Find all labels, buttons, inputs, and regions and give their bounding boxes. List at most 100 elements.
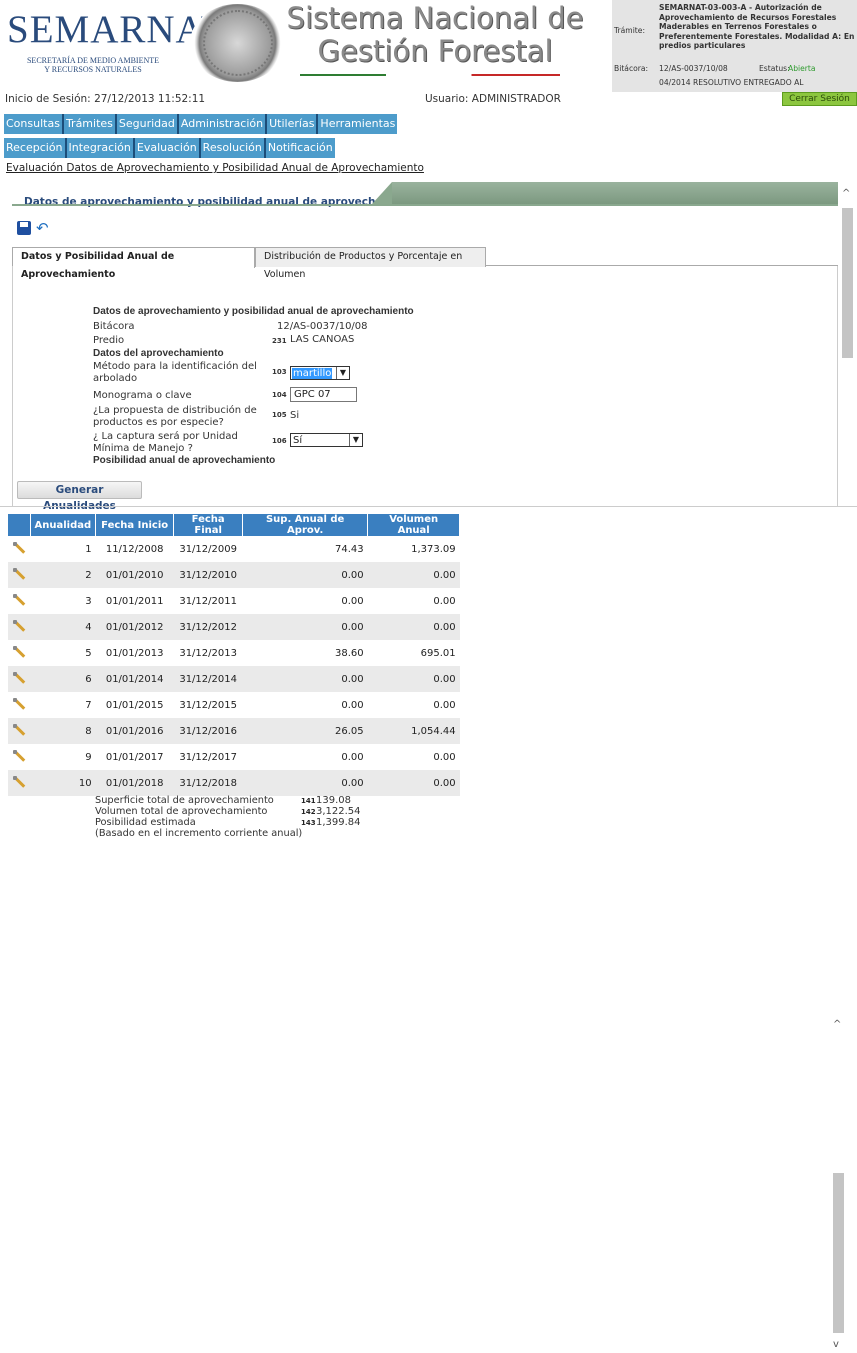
logo-sub-line1: SECRETARÍA DE MEDIO AMBIENTE	[26, 56, 160, 65]
pencil-edit-icon[interactable]	[13, 775, 25, 788]
edit-cell[interactable]	[8, 666, 30, 692]
logo-sub-line2: Y RECURSOS NATURALES	[44, 65, 142, 74]
menu-administracion[interactable]: Administración	[176, 114, 265, 134]
metodo-selected: martillo	[292, 368, 333, 379]
edit-cell[interactable]	[8, 718, 30, 744]
menu-resolucion[interactable]: Resolución	[198, 138, 264, 158]
pencil-edit-icon[interactable]	[13, 697, 25, 710]
logo-subtitle: SECRETARÍA DE MEDIO AMBIENTE Y RECURSOS …	[7, 56, 179, 74]
cell-fecha-final: 31/12/2012	[173, 614, 243, 640]
edit-cell[interactable]	[8, 744, 30, 770]
menu-seguridad[interactable]: Seguridad	[114, 114, 177, 134]
cell-fecha-final: 31/12/2015	[179, 699, 237, 711]
menu-utilerias[interactable]: Utilerías	[265, 114, 316, 134]
session-user: Usuario: ADMINISTRADOR	[425, 93, 561, 105]
cell-anualidad: 3	[85, 595, 92, 607]
col-anualidad[interactable]: Anualidad	[30, 514, 97, 536]
table-row[interactable]: 10 01/01/2018 31/12/2018 0.00 0.00	[8, 770, 460, 796]
menu-consultas[interactable]: Consultas	[4, 114, 62, 134]
edit-cell[interactable]	[8, 640, 30, 666]
cell-fecha-final: 31/12/2013	[179, 647, 237, 659]
app-header: SEMARNAT SECRETARÍA DE MEDIO AMBIENTE Y …	[0, 0, 857, 92]
generate-annualities-button[interactable]: Generar Anualidades	[17, 481, 142, 512]
user-label: Usuario:	[425, 93, 469, 105]
cell-volumen-anual: 1,373.09	[411, 543, 456, 555]
edit-cell[interactable]	[8, 588, 30, 614]
table-row[interactable]: 1 11/12/2008 31/12/2009 74.43 1,373.09	[8, 536, 460, 562]
table-row[interactable]: 6 01/01/2014 31/12/2014 0.00 0.00	[8, 666, 460, 692]
cell-fecha-final: 31/12/2011	[179, 595, 237, 607]
monograma-num: 104	[272, 391, 287, 399]
save-icon[interactable]	[17, 221, 31, 235]
col-volumen-anual[interactable]: Volumen Anual	[367, 514, 461, 536]
menu-tramites[interactable]: Trámites	[61, 114, 115, 134]
menu-integracion[interactable]: Integración	[64, 138, 133, 158]
menu-notificacion[interactable]: Notificación	[263, 138, 335, 158]
col-fecha-inicio[interactable]: Fecha Inicio	[95, 514, 175, 536]
edit-cell[interactable]	[8, 562, 30, 588]
logout-button[interactable]: Cerrar Sesión	[782, 92, 857, 106]
pencil-edit-icon[interactable]	[13, 671, 25, 684]
pencil-edit-icon[interactable]	[13, 749, 25, 762]
tab-distribucion-productos[interactable]: Distribución de Productos y Porcentaje e…	[255, 247, 486, 280]
user-value: ADMINISTRADOR	[471, 93, 561, 105]
monograma-input[interactable]: GPC 07	[290, 387, 357, 402]
cell-fecha-inicio: 01/01/2015	[105, 699, 164, 711]
scroll-thumb[interactable]	[842, 208, 853, 358]
pencil-edit-icon[interactable]	[13, 619, 25, 632]
metodo-select[interactable]: martillo ▼	[290, 366, 350, 380]
pencil-edit-icon[interactable]	[13, 645, 25, 658]
breadcrumb[interactable]: Evaluación Datos de Aprovechamiento y Po…	[6, 162, 424, 174]
table-row[interactable]: 9 01/01/2017 31/12/2017 0.00 0.00	[8, 744, 460, 770]
col-sup-anual[interactable]: Sup. Anual de Aprov.	[242, 514, 369, 536]
cell-fecha-inicio: 01/01/2013	[105, 647, 164, 659]
chevron-down-icon: ▼	[349, 434, 362, 446]
scroll-up-icon[interactable]: ^	[842, 188, 850, 199]
table-row[interactable]: 2 01/01/2010 31/12/2010 0.00 0.00	[8, 562, 460, 588]
cell-volumen-anual: 0.00	[367, 666, 460, 692]
scroll-thumb[interactable]	[833, 1173, 844, 1333]
cell-anualidad: 10	[30, 770, 96, 796]
propuesta-label-2: productos es por especie?	[93, 417, 224, 428]
cell-sup-anual: 26.05	[242, 718, 368, 744]
edit-cell[interactable]	[8, 692, 30, 718]
pencil-edit-icon[interactable]	[13, 567, 25, 580]
col-fecha-final[interactable]: Fecha Final	[173, 514, 244, 536]
table-row[interactable]: 7 01/01/2015 31/12/2015 0.00 0.00	[8, 692, 460, 718]
captura-select[interactable]: Sí ▼	[290, 433, 363, 447]
pencil-edit-icon[interactable]	[13, 541, 25, 554]
session-start-value: 27/12/2013 11:52:11	[94, 93, 206, 105]
captura-num: 106	[272, 437, 287, 445]
table-row[interactable]: 5 01/01/2013 31/12/2013 38.60 695.01	[8, 640, 460, 666]
cell-anualidad: 8	[30, 718, 96, 744]
table-row[interactable]: 8 01/01/2016 31/12/2016 26.05 1,054.44	[8, 718, 460, 744]
undo-icon[interactable]: ↶	[36, 221, 52, 236]
bitacora-field-value: 12/AS-0037/10/08	[277, 321, 368, 332]
edit-cell[interactable]	[8, 614, 30, 640]
form-scrollbar[interactable]: ^	[839, 182, 857, 502]
pencil-edit-icon[interactable]	[13, 593, 25, 606]
menu-recepcion[interactable]: Recepción	[4, 138, 65, 158]
cell-fecha-inicio: 01/01/2012	[95, 614, 174, 640]
main-menu: Consultas Trámites Seguridad Administrac…	[4, 114, 398, 134]
cell-fecha-final: 31/12/2018	[173, 770, 243, 796]
predio-num: 231	[272, 337, 287, 345]
cell-fecha-final: 31/12/2017	[179, 751, 237, 763]
table-row[interactable]: 3 01/01/2011 31/12/2011 0.00 0.00	[8, 588, 460, 614]
captura-label-2: Mínima de Manejo ?	[93, 443, 193, 454]
logo-text: SEMARNAT	[7, 8, 226, 51]
scroll-up-icon[interactable]: ^	[833, 1019, 841, 1030]
chevron-down-icon: ▼	[336, 367, 349, 379]
cell-fecha-inicio: 01/01/2016	[95, 718, 174, 744]
vol-total-label: Volumen total de aprovechamiento	[95, 806, 268, 817]
grid-scrollbar[interactable]: ^ v	[830, 1013, 848, 1353]
menu-evaluacion[interactable]: Evaluación	[132, 138, 199, 158]
table-row[interactable]: 4 01/01/2012 31/12/2012 0.00 0.00	[8, 614, 460, 640]
menu-herramientas[interactable]: Herramientas	[316, 114, 397, 134]
scroll-down-icon[interactable]: v	[833, 1339, 839, 1350]
edit-cell[interactable]	[8, 770, 30, 796]
cell-anualidad: 7	[85, 699, 92, 711]
edit-cell[interactable]	[8, 536, 30, 562]
pencil-edit-icon[interactable]	[13, 723, 25, 736]
tab-datos-posibilidad[interactable]: Datos y Posibilidad Anual de Aprovechami…	[12, 247, 255, 280]
